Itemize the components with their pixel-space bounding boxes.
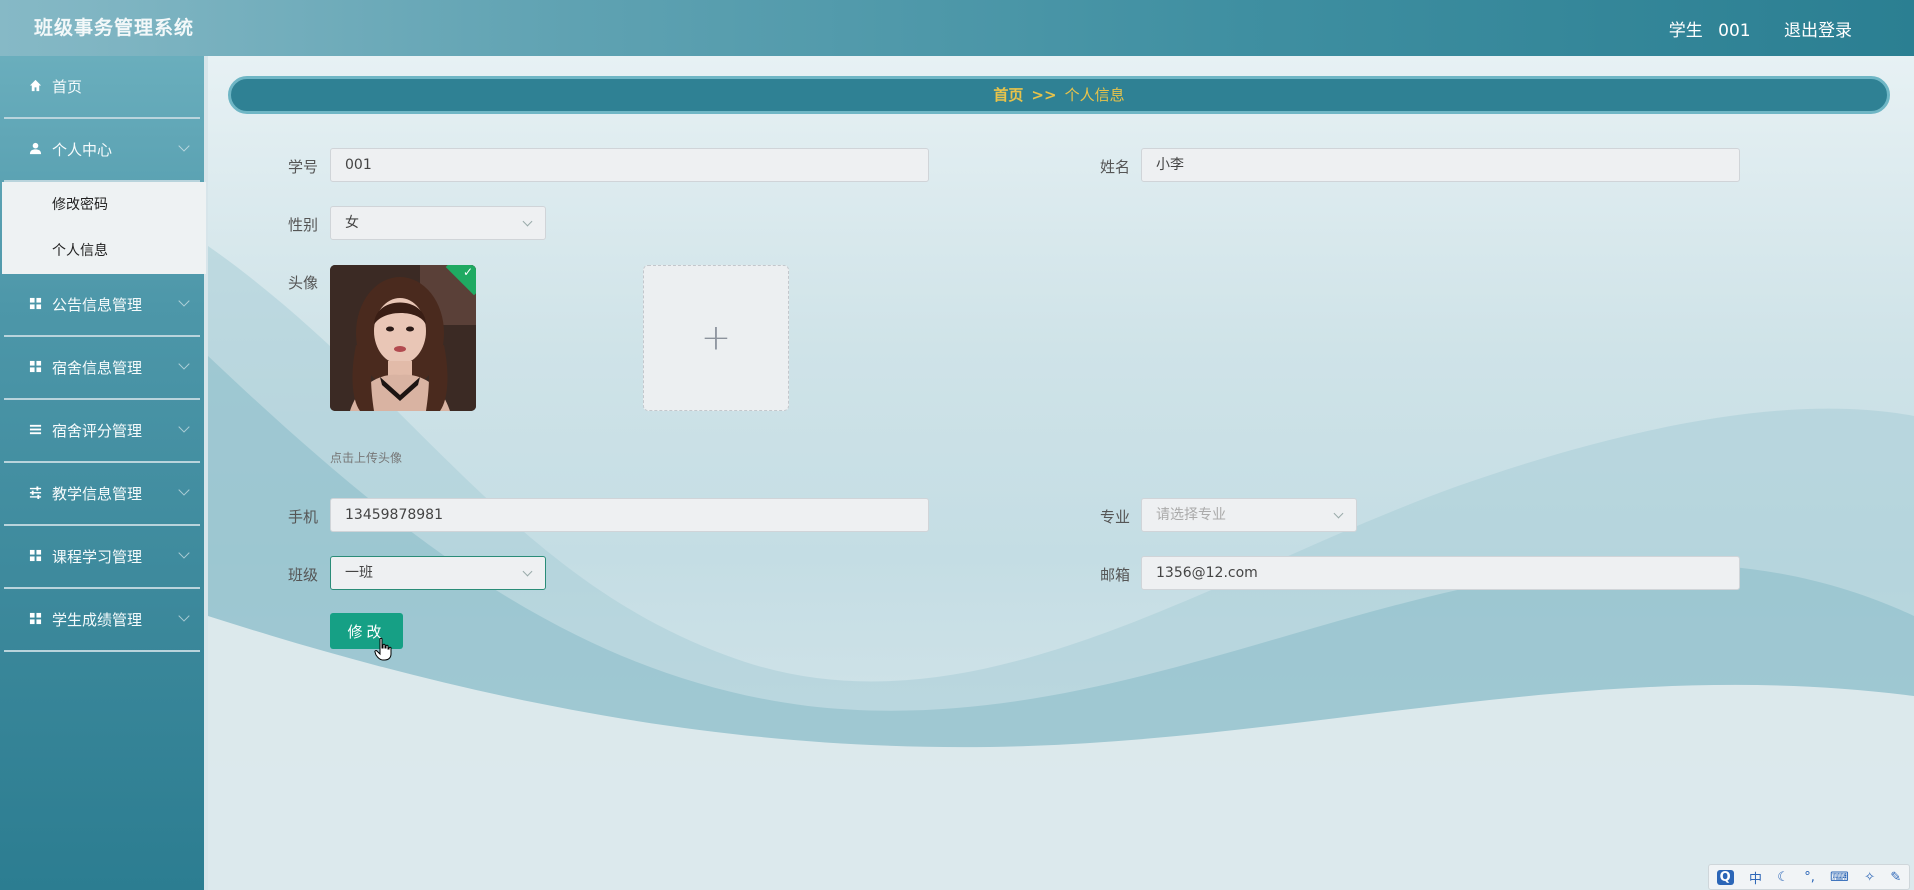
ime-logo-icon[interactable]: Q xyxy=(1716,869,1734,885)
sidebar-item-label: 课程学习管理 xyxy=(52,548,143,566)
user-id: 001 xyxy=(1718,21,1751,41)
submenu-item-personal-info[interactable]: 个人信息 xyxy=(2,228,206,274)
grid-icon xyxy=(29,360,42,373)
sidebar-item-dorm-info[interactable]: 宿舍信息管理 xyxy=(4,337,200,400)
chevron-down-icon xyxy=(178,295,190,307)
sidebar-item-label: 宿舍评分管理 xyxy=(52,422,143,440)
sidebar-item-teaching[interactable]: 教学信息管理 xyxy=(4,463,200,526)
user-area: 学生 001 退出登录 xyxy=(1659,16,1852,41)
major-select[interactable]: 请选择专业 xyxy=(1141,498,1357,532)
wrench-icon[interactable]: ✎ xyxy=(1890,870,1901,885)
avatar-upload-hint: 点击上传头像 xyxy=(330,451,403,465)
class-label: 班级 xyxy=(288,566,319,584)
sidebar-item-label: 学生成绩管理 xyxy=(52,611,143,629)
submenu-item-change-password[interactable]: 修改密码 xyxy=(2,182,206,228)
sidebar-item-label: 宿舍信息管理 xyxy=(52,359,143,377)
sidebar-item-home[interactable]: 首页 xyxy=(4,56,200,119)
gender-label: 性别 xyxy=(288,216,319,234)
name-label: 姓名 xyxy=(1100,158,1131,176)
user-role: 学生 xyxy=(1668,21,1703,41)
list-icon xyxy=(29,424,42,435)
plus-icon: + xyxy=(700,317,732,359)
sidebar-item-label: 个人中心 xyxy=(52,141,113,159)
chevron-down-icon xyxy=(178,140,190,152)
moon-icon[interactable]: ☾ xyxy=(1777,870,1789,885)
sidebar-item-label: 教学信息管理 xyxy=(52,485,143,503)
major-label: 专业 xyxy=(1100,508,1131,526)
grid-icon xyxy=(29,297,42,310)
class-value: 一班 xyxy=(345,565,373,581)
chevron-down-icon xyxy=(522,566,533,577)
check-icon: ✓ xyxy=(462,265,473,279)
gender-select[interactable]: 女 xyxy=(330,206,546,240)
grid-icon xyxy=(29,612,42,625)
sidebar-item-label: 公告信息管理 xyxy=(52,296,143,314)
sidebar-item-notice[interactable]: 公告信息管理 xyxy=(4,274,200,337)
app-title: 班级事务管理系统 xyxy=(34,17,195,39)
submit-button[interactable]: 修改 xyxy=(330,613,403,649)
main-content: 首页 >> 个人信息 学号 001 姓名 小李 性别 女 头像 ✓ + 点击上传… xyxy=(208,56,1914,890)
chevron-down-icon xyxy=(1333,508,1344,519)
student-id-field[interactable]: 001 xyxy=(330,148,929,182)
gender-value: 女 xyxy=(345,215,359,231)
ime-language-toggle[interactable]: 中 xyxy=(1749,868,1762,887)
avatar-label: 头像 xyxy=(288,274,319,292)
chevron-down-icon xyxy=(178,610,190,622)
chevron-down-icon xyxy=(178,484,190,496)
top-bar: 班级事务管理系统 学生 001 退出登录 xyxy=(0,0,1914,56)
sidebar-item-personal-center[interactable]: 个人中心 xyxy=(4,119,200,182)
home-icon xyxy=(29,79,42,92)
name-field[interactable]: 小李 xyxy=(1141,148,1740,182)
class-select[interactable]: 一班 xyxy=(330,556,546,590)
submenu-personal-center: 修改密码 个人信息 xyxy=(2,182,206,274)
user-icon xyxy=(29,142,42,155)
chevron-down-icon xyxy=(522,216,533,227)
breadcrumb: 首页 >> 个人信息 xyxy=(228,76,1890,114)
sliders-icon xyxy=(29,486,42,499)
sidebar-item-course[interactable]: 课程学习管理 xyxy=(4,526,200,589)
phone-label: 手机 xyxy=(288,508,319,526)
punctuation-icon[interactable]: °, xyxy=(1804,870,1815,885)
phone-field[interactable]: 13459878981 xyxy=(330,498,929,532)
logout-link[interactable]: 退出登录 xyxy=(1784,21,1852,41)
grid-icon xyxy=(29,549,42,562)
chevron-down-icon xyxy=(178,358,190,370)
avatar[interactable]: ✓ xyxy=(330,265,476,411)
breadcrumb-current: 个人信息 xyxy=(1064,86,1125,104)
student-id-label: 学号 xyxy=(288,158,319,176)
sidebar: 首页 个人中心 修改密码 个人信息 公告信息管理 宿舍信息管理 宿舍评分管理 教… xyxy=(0,56,208,890)
sidebar-item-label: 首页 xyxy=(52,78,83,96)
keyboard-icon[interactable]: ⌨ xyxy=(1830,870,1849,885)
avatar-image xyxy=(330,265,476,411)
email-label: 邮箱 xyxy=(1100,566,1131,584)
chevron-down-icon xyxy=(178,421,190,433)
major-placeholder: 请选择专业 xyxy=(1156,507,1226,523)
sidebar-item-grades[interactable]: 学生成绩管理 xyxy=(4,589,200,652)
pointer-cursor-icon xyxy=(374,637,392,661)
chevron-down-icon xyxy=(178,547,190,559)
settings-icon[interactable]: ✧ xyxy=(1864,870,1875,885)
email-field[interactable]: 1356@12.com xyxy=(1141,556,1740,590)
ime-toolbar: Q 中 ☾ °, ⌨ ✧ ✎ xyxy=(1708,864,1910,890)
breadcrumb-home[interactable]: 首页 xyxy=(993,86,1023,104)
sidebar-item-dorm-score[interactable]: 宿舍评分管理 xyxy=(4,400,200,463)
breadcrumb-separator: >> xyxy=(1031,86,1057,104)
avatar-upload-button[interactable]: + xyxy=(643,265,789,411)
